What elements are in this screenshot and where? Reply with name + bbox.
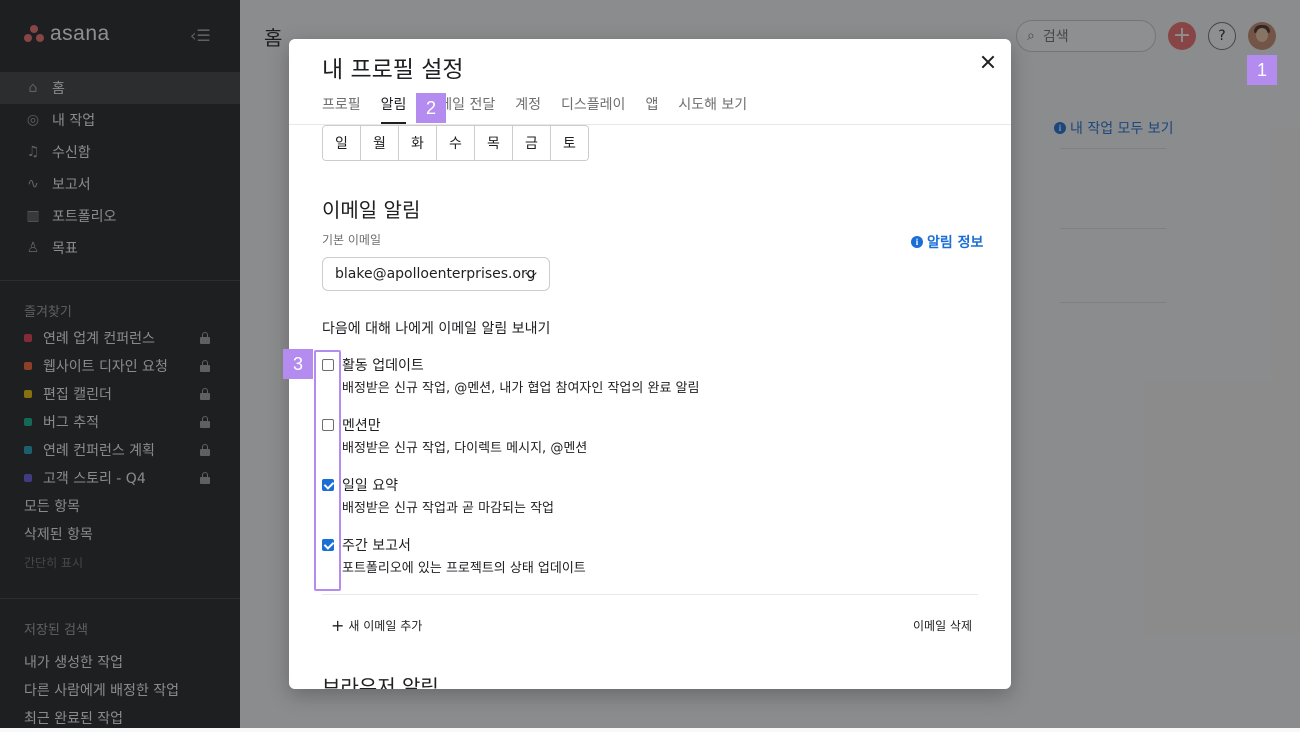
send-email-label: 다음에 대해 나에게 이메일 알림 보내기 xyxy=(322,321,551,337)
tab-label: 디스플레이 xyxy=(561,97,626,113)
info-link-label: 알림 정보 xyxy=(927,235,984,251)
tab-display[interactable]: 디스플레이 xyxy=(561,94,625,124)
day-toggle[interactable]: 목 xyxy=(475,126,513,160)
settings-tabs: 프로필 알림 이메일 전달 계정 디스플레이 앱 시도해 보기 xyxy=(322,94,767,124)
annotation-badge: 3 xyxy=(283,349,313,379)
profile-settings-dialog: 내 프로필 설정 프로필 알림 이메일 전달 계정 디스플레이 앱 시도해 보기… xyxy=(289,39,1011,689)
default-email-label: 기본 이메일 xyxy=(322,233,382,247)
notification-info-link[interactable]: i 알림 정보 xyxy=(911,232,983,252)
day-toggle[interactable]: 화 xyxy=(399,126,437,160)
tab-account[interactable]: 계정 xyxy=(515,94,541,124)
plus-icon: + xyxy=(331,616,345,635)
option-title: 멘션만 xyxy=(342,418,381,434)
day-toggle[interactable]: 토 xyxy=(551,126,588,160)
option-title: 활동 업데이트 xyxy=(342,358,424,374)
option-description: 배정받은 신규 작업과 곧 마감되는 작업 xyxy=(342,501,555,516)
email-dropdown[interactable]: blake@apolloenterprises.org xyxy=(322,257,550,291)
option-title: 일일 요약 xyxy=(342,478,398,494)
tab-label: 계정 xyxy=(515,97,542,113)
tab-label: 앱 xyxy=(645,97,659,113)
delete-email-button[interactable]: 이메일 삭제 xyxy=(913,617,972,634)
day-toggle[interactable]: 수 xyxy=(437,126,475,160)
day-toggle[interactable]: 월 xyxy=(361,126,399,160)
option-title: 주간 보고서 xyxy=(342,538,411,554)
dialog-title: 내 프로필 설정 xyxy=(322,57,464,83)
add-email-button[interactable]: + 새 이메일 추가 xyxy=(331,616,422,635)
email-notifications-heading: 이메일 알림 xyxy=(322,198,421,222)
tab-label: 시도해 보기 xyxy=(678,97,748,113)
annotation-badge: 2 xyxy=(416,93,446,123)
annotation-badge: 1 xyxy=(1247,55,1277,85)
tab-label: 프로필 xyxy=(322,97,361,113)
tab-notifications[interactable]: 알림 xyxy=(380,94,407,124)
option-description: 배정받은 신규 작업, @멘션, 내가 협업 참여자인 작업의 완료 알림 xyxy=(342,381,700,396)
option-description: 포트폴리오에 있는 프로젝트의 상태 업데이트 xyxy=(342,561,586,576)
browser-notifications-heading: 브라우저 알림 xyxy=(322,675,439,689)
tab-label: 알림 xyxy=(380,97,407,113)
option-description: 배정받은 신규 작업, 다이렉트 메시지, @멘션 xyxy=(342,441,588,456)
tab-profile[interactable]: 프로필 xyxy=(322,94,361,124)
add-email-label: 새 이메일 추가 xyxy=(348,619,423,633)
day-toggle[interactable]: 금 xyxy=(513,126,551,160)
weekday-selector: 일 월 화 수 목 금 토 xyxy=(322,125,589,161)
info-icon: i xyxy=(911,236,923,248)
tab-try[interactable]: 시도해 보기 xyxy=(678,94,747,124)
day-toggle[interactable]: 일 xyxy=(323,126,361,160)
email-value: blake@apolloenterprises.org xyxy=(335,266,536,282)
close-icon[interactable] xyxy=(978,52,998,72)
divider xyxy=(322,594,978,595)
tab-apps[interactable]: 앱 xyxy=(645,94,658,124)
annotation-highlight-box xyxy=(314,350,341,591)
